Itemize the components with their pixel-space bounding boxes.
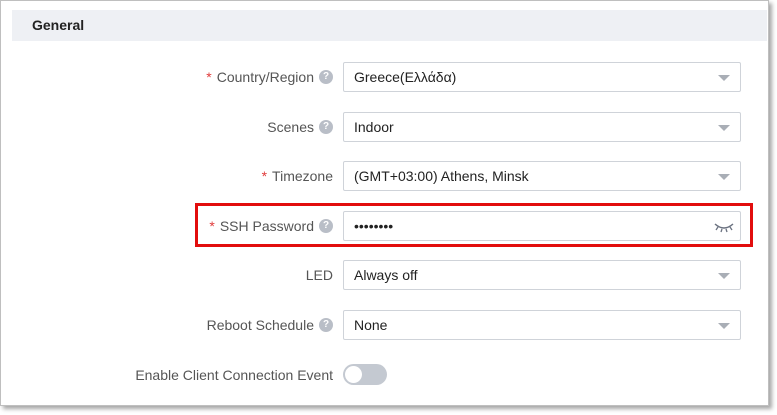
reboot-row: Reboot Schedule ? None [1,310,770,340]
scenes-label: Scenes ? [267,112,333,142]
client-event-label-text: Enable Client Connection Event [135,367,333,383]
client-event-label: Enable Client Connection Event [135,360,333,390]
led-label-text: LED [305,267,333,283]
timezone-label-text: Timezone [272,168,333,184]
help-icon[interactable]: ? [319,120,333,134]
led-row: LED Always off [1,260,770,290]
client-event-toggle[interactable] [343,364,387,385]
reboot-select[interactable]: None [343,310,741,340]
reboot-value: None [354,317,388,333]
chevron-down-icon [718,75,730,81]
help-icon[interactable]: ? [319,318,333,332]
settings-panel: General * Country/Region ? Greece(Ελλάδα… [0,0,769,406]
timezone-value: (GMT+03:00) Athens, Minsk [354,168,529,184]
timezone-row: * Timezone (GMT+03:00) Athens, Minsk [1,161,770,191]
chevron-down-icon [718,273,730,279]
toggle-knob [345,366,362,383]
led-label: LED [306,260,333,290]
led-value: Always off [354,267,418,283]
section-header: General [12,10,767,41]
scenes-row: Scenes ? Indoor [1,112,770,142]
chevron-down-icon [718,323,730,329]
country-value: Greece(Ελλάδα) [354,69,457,85]
timezone-label: * Timezone [262,161,333,191]
help-icon[interactable]: ? [319,70,333,84]
required-marker: * [261,168,268,184]
led-select[interactable]: Always off [343,260,741,290]
ssh-password-highlight [195,203,753,247]
chevron-down-icon [718,125,730,131]
chevron-down-icon [718,174,730,180]
required-marker: * [206,69,212,85]
scenes-label-text: Scenes [267,119,314,135]
scenes-value: Indoor [354,119,394,135]
scenes-select[interactable]: Indoor [343,112,741,142]
country-select[interactable]: Greece(Ελλάδα) [343,62,741,92]
reboot-label: Reboot Schedule ? [207,310,333,340]
client-event-row: Enable Client Connection Event [1,360,770,390]
country-row: * Country/Region ? Greece(Ελλάδα) [1,62,770,92]
country-label: * Country/Region ? [206,62,333,92]
timezone-select[interactable]: (GMT+03:00) Athens, Minsk [343,161,741,191]
country-label-text: Country/Region [216,69,314,85]
reboot-label-text: Reboot Schedule [206,317,314,333]
